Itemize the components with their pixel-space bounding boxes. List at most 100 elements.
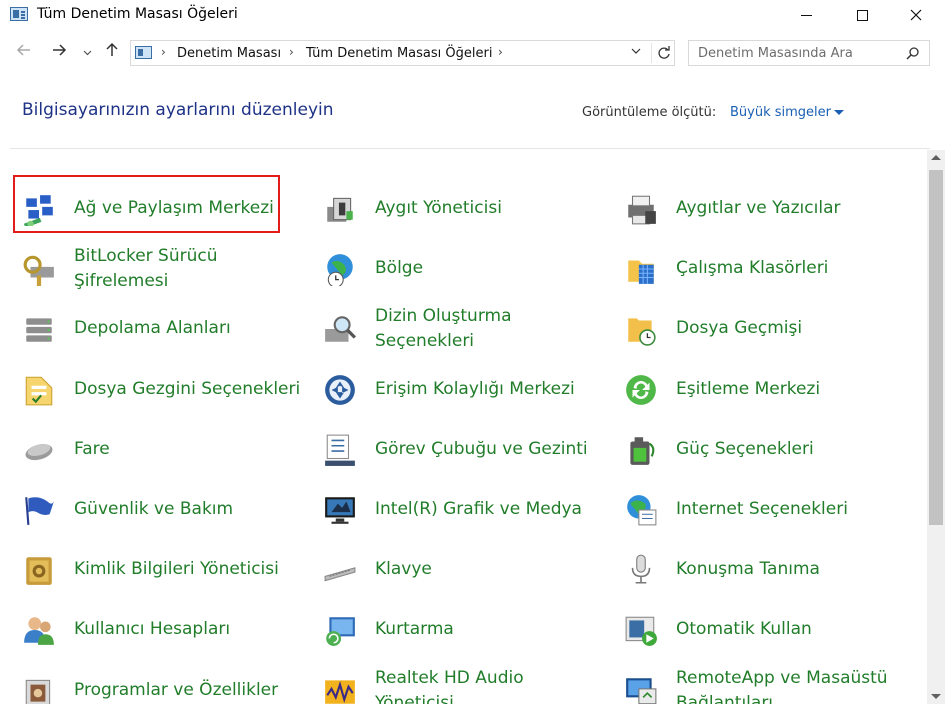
- control-panel-item[interactable]: Aygıtlar ve Yazıcılar: [624, 184, 914, 234]
- item-label-line[interactable]: Dizin Oluşturma: [375, 304, 511, 329]
- breadcrumb-all-items[interactable]: Tüm Denetim Masası Öğeleri: [306, 46, 492, 61]
- item-label-line[interactable]: Görev Çubuğu ve Gezinti: [375, 437, 588, 462]
- back-button[interactable]: [16, 42, 32, 63]
- minimize-button[interactable]: [783, 0, 829, 30]
- control-panel-item[interactable]: Kullanıcı Hesapları: [22, 605, 312, 655]
- scrollbar-thumb[interactable]: [929, 170, 943, 525]
- item-label-line[interactable]: Konuşma Tanıma: [676, 557, 820, 582]
- item-label[interactable]: Dosya Geçmişi: [676, 316, 802, 341]
- control-panel-item[interactable]: Kimlik Bilgileri Yöneticisi: [22, 545, 312, 595]
- control-panel-item[interactable]: Klavye: [323, 545, 613, 595]
- item-label[interactable]: Depolama Alanları: [74, 316, 231, 341]
- item-label-line[interactable]: Programlar ve Özellikler: [74, 678, 278, 703]
- item-label-line[interactable]: RemoteApp ve Masaüstü: [676, 666, 888, 691]
- item-label[interactable]: Klavye: [375, 557, 432, 582]
- item-label-line[interactable]: Güç Seçenekleri: [676, 437, 814, 462]
- item-label-line[interactable]: Klavye: [375, 557, 432, 582]
- recent-locations-button[interactable]: [83, 44, 92, 64]
- item-label-line[interactable]: Eşitleme Merkezi: [676, 377, 820, 402]
- refresh-button[interactable]: [651, 43, 675, 63]
- control-panel-item[interactable]: RemoteApp ve Masaüstü Bağlantıları: [624, 666, 914, 704]
- item-label[interactable]: Internet Seçenekleri: [676, 497, 848, 522]
- control-panel-item[interactable]: Programlar ve Özellikler: [22, 666, 312, 704]
- control-panel-item[interactable]: Dosya Gezgini Seçenekleri: [22, 365, 312, 415]
- close-button[interactable]: [893, 0, 939, 30]
- item-label[interactable]: Kurtarma: [375, 617, 454, 642]
- item-label[interactable]: Aygıt Yöneticisi: [375, 196, 502, 221]
- item-label-line[interactable]: Depolama Alanları: [74, 316, 231, 341]
- control-panel-item[interactable]: Konuşma Tanıma: [624, 545, 914, 595]
- item-label[interactable]: Otomatik Kullan: [676, 617, 812, 642]
- item-label[interactable]: Dizin Oluşturma Seçenekleri: [375, 304, 511, 354]
- item-label-line[interactable]: Otomatik Kullan: [676, 617, 812, 642]
- item-label-line[interactable]: Erişim Kolaylığı Merkezi: [375, 377, 575, 402]
- caret-down-icon[interactable]: [834, 110, 844, 115]
- item-label[interactable]: Görev Çubuğu ve Gezinti: [375, 437, 588, 462]
- breadcrumb-separator[interactable]: ›: [289, 45, 294, 59]
- item-label[interactable]: RemoteApp ve Masaüstü Bağlantıları: [676, 666, 888, 704]
- item-label-line[interactable]: Kullanıcı Hesapları: [74, 617, 230, 642]
- breadcrumb-separator[interactable]: ›: [498, 45, 503, 59]
- item-label-line[interactable]: Yöneticisi: [375, 691, 524, 704]
- item-label[interactable]: Programlar ve Özellikler: [74, 678, 278, 703]
- control-panel-item[interactable]: Internet Seçenekleri: [624, 485, 914, 535]
- item-label[interactable]: Kullanıcı Hesapları: [74, 617, 230, 642]
- item-label[interactable]: Intel(R) Grafik ve Medya: [375, 497, 582, 522]
- control-panel-item[interactable]: Intel(R) Grafik ve Medya: [323, 485, 613, 535]
- control-panel-item[interactable]: Depolama Alanları: [22, 304, 312, 354]
- item-label[interactable]: BitLocker Sürücü Şifrelemesi: [74, 244, 218, 294]
- item-label-line[interactable]: Çalışma Klasörleri: [676, 256, 828, 281]
- control-panel-item[interactable]: Aygıt Yöneticisi: [323, 184, 613, 234]
- address-dropdown-button[interactable]: [631, 44, 641, 58]
- control-panel-item[interactable]: Güvenlik ve Bakım: [22, 485, 312, 535]
- item-label-line[interactable]: Seçenekleri: [375, 329, 511, 354]
- control-panel-item[interactable]: BitLocker Sürücü Şifrelemesi: [22, 244, 312, 294]
- item-label[interactable]: Realtek HD Audio Yöneticisi: [375, 666, 524, 704]
- item-label-line[interactable]: Aygıtlar ve Yazıcılar: [676, 196, 840, 221]
- breadcrumb-separator[interactable]: ›: [161, 45, 166, 59]
- item-label-line[interactable]: Dosya Geçmişi: [676, 316, 802, 341]
- control-panel-item[interactable]: Realtek HD Audio Yöneticisi: [323, 666, 613, 704]
- item-label-line[interactable]: Realtek HD Audio: [375, 666, 524, 691]
- maximize-button[interactable]: [839, 0, 885, 30]
- up-button[interactable]: [104, 42, 120, 63]
- control-panel-item[interactable]: Otomatik Kullan: [624, 605, 914, 655]
- item-label-line[interactable]: Bölge: [375, 256, 423, 281]
- item-label-line[interactable]: Kimlik Bilgileri Yöneticisi: [74, 557, 279, 582]
- scroll-down-arrow-icon[interactable]: [931, 694, 941, 699]
- address-bar[interactable]: › Denetim Masası › Tüm Denetim Masası Öğ…: [130, 40, 675, 66]
- control-panel-item[interactable]: Eşitleme Merkezi: [624, 365, 914, 415]
- control-panel-item[interactable]: Çalışma Klasörleri: [624, 244, 914, 294]
- control-panel-item[interactable]: Bölge: [323, 244, 613, 294]
- breadcrumb-control-panel[interactable]: Denetim Masası: [177, 46, 281, 61]
- item-label-line[interactable]: Bağlantıları: [676, 691, 888, 704]
- scroll-up-arrow-icon[interactable]: [931, 155, 941, 160]
- search-input[interactable]: Denetim Masasında Ara: [698, 46, 853, 61]
- item-label[interactable]: Çalışma Klasörleri: [676, 256, 828, 281]
- item-label[interactable]: Erişim Kolaylığı Merkezi: [375, 377, 575, 402]
- control-panel-item[interactable]: Dizin Oluşturma Seçenekleri: [323, 304, 613, 354]
- item-label-line[interactable]: Kurtarma: [375, 617, 454, 642]
- item-label-line[interactable]: Dosya Gezgini Seçenekleri: [74, 377, 300, 402]
- control-panel-item[interactable]: Kurtarma: [323, 605, 613, 655]
- item-label[interactable]: Bölge: [375, 256, 423, 281]
- control-panel-item[interactable]: Güç Seçenekleri: [624, 425, 914, 475]
- control-panel-item[interactable]: Fare: [22, 425, 312, 475]
- search-box[interactable]: Denetim Masasında Ara: [688, 40, 930, 66]
- item-label[interactable]: Aygıtlar ve Yazıcılar: [676, 196, 840, 221]
- item-label[interactable]: Fare: [74, 437, 110, 462]
- item-label[interactable]: Konuşma Tanıma: [676, 557, 820, 582]
- control-panel-item[interactable]: Dosya Geçmişi: [624, 304, 914, 354]
- forward-button[interactable]: [51, 42, 67, 63]
- item-label-line[interactable]: BitLocker Sürücü: [74, 244, 218, 269]
- view-by-dropdown[interactable]: Büyük simgeler: [730, 105, 831, 120]
- item-label[interactable]: Eşitleme Merkezi: [676, 377, 820, 402]
- item-label-line[interactable]: Aygıt Yöneticisi: [375, 196, 502, 221]
- item-label[interactable]: Güç Seçenekleri: [676, 437, 814, 462]
- item-label[interactable]: Güvenlik ve Bakım: [74, 497, 233, 522]
- control-panel-item[interactable]: Erişim Kolaylığı Merkezi: [323, 365, 613, 415]
- item-label-line[interactable]: Intel(R) Grafik ve Medya: [375, 497, 582, 522]
- item-label-line[interactable]: Fare: [74, 437, 110, 462]
- control-panel-item[interactable]: Görev Çubuğu ve Gezinti: [323, 425, 613, 475]
- item-label[interactable]: Kimlik Bilgileri Yöneticisi: [74, 557, 279, 582]
